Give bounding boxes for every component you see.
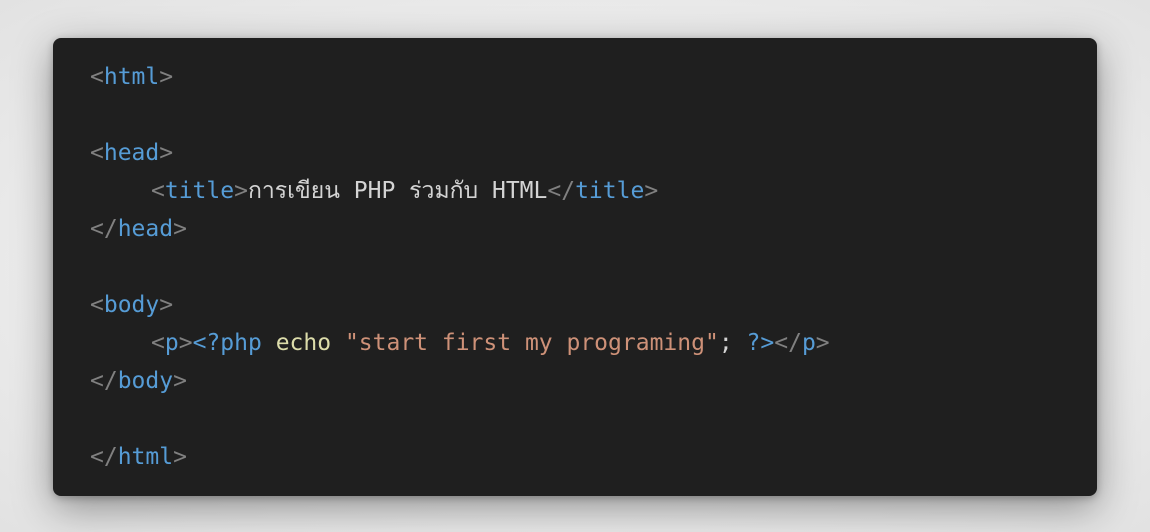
tag-bracket-open: <	[151, 178, 165, 204]
code-line-body-close: </body>	[90, 362, 830, 400]
tag-bracket-close: >	[159, 64, 174, 90]
code-line-title: <title>การเขียน PHP ร่วมกับ HTML</title>	[90, 172, 830, 210]
tag-name: p	[801, 330, 816, 356]
php-open-tag: <?php	[192, 330, 262, 356]
tag-bracket-close: >	[234, 178, 248, 204]
tag-name: html	[103, 64, 160, 90]
title-text: การเขียน PHP ร่วมกับ HTML	[247, 178, 548, 204]
code-line-paragraph: <p><?php echo "start first my programing…	[90, 324, 830, 362]
tag-name: html	[117, 444, 174, 470]
code-line-html-open: <html>	[90, 58, 830, 96]
tag-bracket-open: </	[547, 178, 576, 204]
tag-name: title	[575, 178, 645, 204]
tag-name: body	[117, 368, 174, 394]
php-echo-keyword: echo	[275, 330, 332, 356]
code-line-head-close: </head>	[90, 210, 830, 248]
code-line-body-open: <body>	[90, 286, 830, 324]
tag-bracket-close: >	[178, 330, 193, 356]
tag-bracket-close: >	[815, 330, 830, 356]
tag-bracket-open: </	[774, 330, 802, 356]
tag-name: head	[117, 216, 174, 242]
tag-bracket-open: <	[90, 292, 104, 318]
tag-name: head	[103, 140, 160, 166]
code-line-blank	[90, 248, 830, 286]
tag-bracket-close: >	[173, 368, 187, 394]
tag-bracket-close: >	[644, 178, 659, 204]
tag-bracket-open: </	[90, 368, 118, 394]
tag-bracket-open: <	[151, 330, 165, 356]
code-line-html-close: </html>	[90, 438, 830, 476]
tag-bracket-close: >	[173, 216, 187, 242]
tag-name: title	[164, 178, 235, 204]
php-close-tag: ?>	[746, 330, 775, 356]
code-window: <html> <head> <title>การเขียน PHP ร่วมกั…	[53, 38, 1097, 496]
php-string-literal: "start first my programing"	[344, 330, 719, 356]
tag-bracket-open: </	[90, 216, 118, 242]
tag-bracket-close: >	[159, 140, 174, 166]
tag-bracket-close: >	[173, 444, 187, 470]
tag-name: body	[103, 292, 160, 318]
code-line-blank	[90, 400, 830, 438]
tag-bracket-open: <	[90, 140, 104, 166]
code-line-blank	[90, 96, 830, 134]
tag-bracket-open: </	[90, 444, 118, 470]
tag-bracket-open: <	[90, 64, 104, 90]
tag-name: p	[164, 330, 179, 356]
tag-bracket-close: >	[159, 292, 174, 318]
php-semicolon: ;	[718, 330, 733, 356]
code-block: <html> <head> <title>การเขียน PHP ร่วมกั…	[90, 58, 830, 476]
code-line-head-open: <head>	[90, 134, 830, 172]
